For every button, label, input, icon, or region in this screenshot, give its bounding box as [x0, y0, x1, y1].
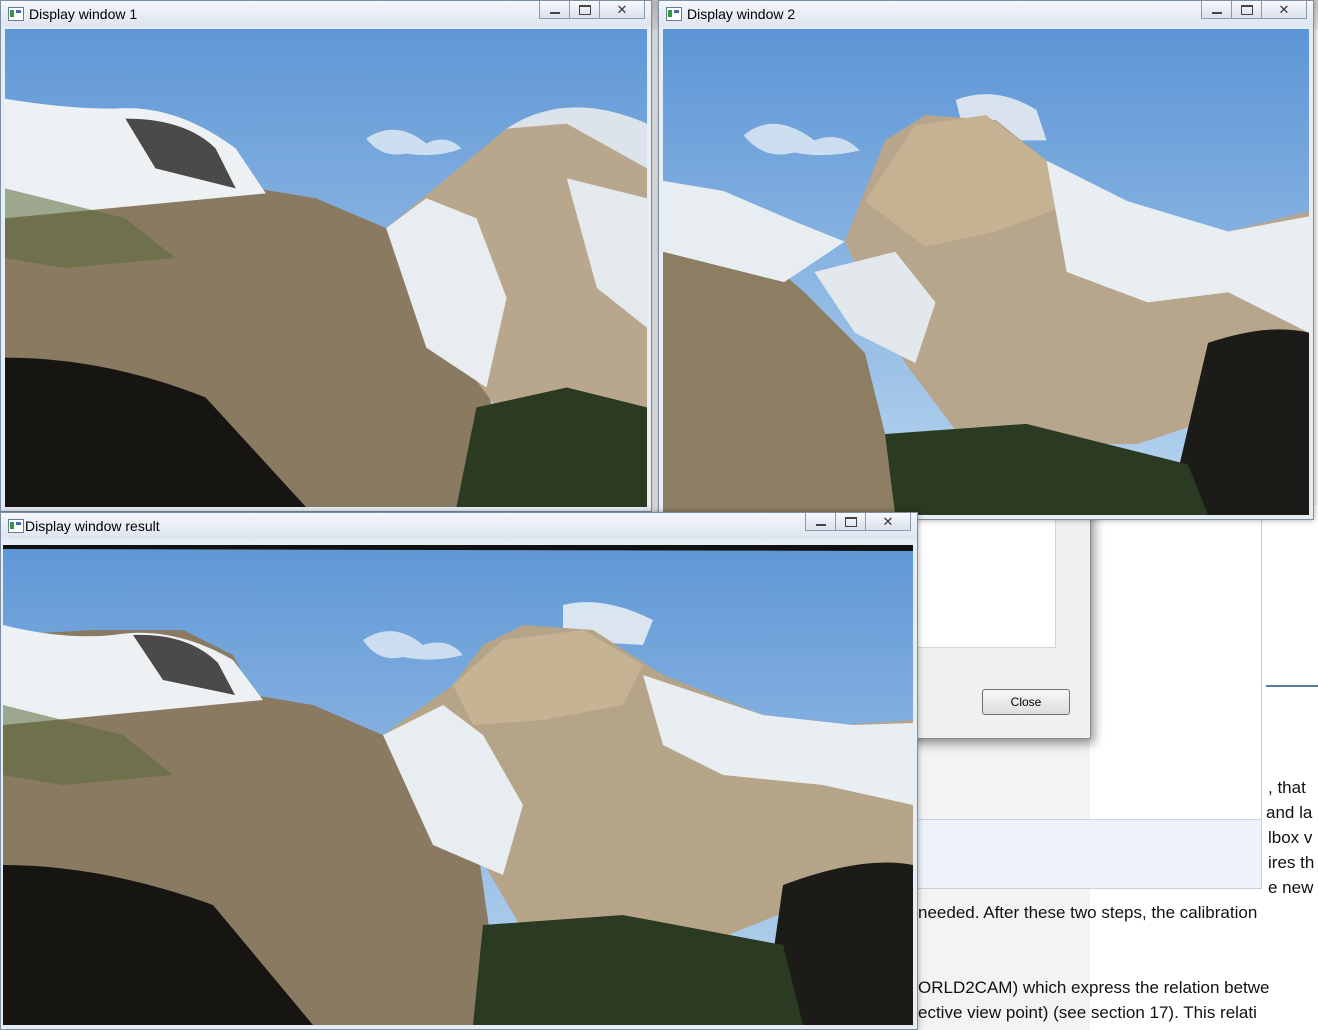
- opencv-window-icon: [8, 7, 24, 21]
- close-button[interactable]: ✕: [865, 513, 911, 531]
- maximize-icon: [578, 4, 591, 15]
- title-bar[interactable]: Display window result ✕: [1, 513, 917, 539]
- doc-text-line: ective view point) (see section 17). Thi…: [918, 1003, 1257, 1022]
- close-icon: ✕: [1278, 1, 1290, 17]
- title-bar[interactable]: Display window 1 ✕: [1, 1, 651, 27]
- doc-text-line: e new: [1268, 878, 1314, 897]
- doc-text-line: lbox v: [1268, 828, 1313, 847]
- maximize-button[interactable]: [569, 1, 600, 19]
- doc-text-line: ORLD2CAM) which express the relation bet…: [918, 978, 1270, 997]
- image-canvas[interactable]: [3, 545, 913, 1025]
- document-rule: [1266, 685, 1318, 687]
- background-panel-band: [906, 819, 1261, 888]
- opencv-window-icon: [666, 7, 682, 21]
- dialog-close-button[interactable]: Close: [982, 689, 1070, 715]
- close-button[interactable]: ✕: [599, 1, 645, 19]
- window-title: Display window 1: [29, 6, 138, 22]
- minimize-button[interactable]: [1201, 1, 1232, 19]
- minimize-icon: [815, 524, 826, 526]
- doc-text-line: and la: [1266, 803, 1313, 822]
- window-controls: ✕: [805, 513, 911, 533]
- close-button[interactable]: ✕: [1261, 1, 1307, 19]
- title-bar[interactable]: Display window 2 ✕: [659, 1, 1313, 27]
- dialog-content-area: [916, 516, 1056, 648]
- window-title: Display window 2: [687, 6, 796, 22]
- close-icon: ✕: [882, 513, 894, 529]
- image-canvas[interactable]: [5, 29, 647, 507]
- minimize-icon: [1211, 12, 1222, 14]
- maximize-button[interactable]: [1231, 1, 1262, 19]
- doc-text-line: needed. After these two steps, the calib…: [918, 903, 1258, 922]
- image-canvas[interactable]: [663, 29, 1309, 515]
- background-dialog: Close: [905, 505, 1091, 739]
- minimize-icon: [549, 12, 560, 14]
- window-title: Display window result: [25, 518, 160, 534]
- stitched-panorama-image: [3, 545, 913, 1025]
- doc-text-line: ires th: [1268, 853, 1315, 872]
- opencv-window-icon: [8, 519, 24, 533]
- display-window-result[interactable]: Display window result ✕: [0, 512, 918, 1030]
- display-window-1[interactable]: Display window 1 ✕: [0, 0, 652, 512]
- mountain-image: [663, 29, 1309, 515]
- maximize-icon: [1240, 4, 1253, 15]
- window-controls: ✕: [539, 1, 645, 21]
- minimize-button[interactable]: [805, 513, 836, 531]
- minimize-button[interactable]: [539, 1, 570, 19]
- maximize-icon: [844, 516, 857, 527]
- window-controls: ✕: [1201, 1, 1307, 21]
- display-window-2[interactable]: Display window 2 ✕: [658, 0, 1314, 520]
- maximize-button[interactable]: [835, 513, 866, 531]
- mountain-image: [5, 29, 647, 507]
- doc-text-line: , that: [1268, 778, 1306, 797]
- close-icon: ✕: [616, 1, 628, 17]
